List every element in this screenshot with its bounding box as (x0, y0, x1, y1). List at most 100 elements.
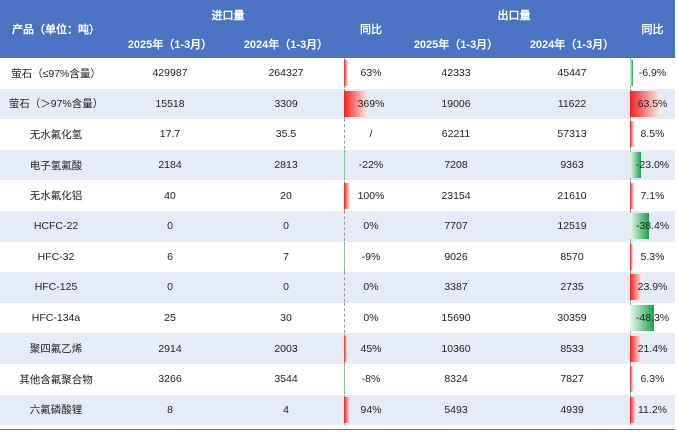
yoy-decrease-bar (344, 243, 345, 270)
export-2025-value: 7707 (398, 210, 514, 242)
export-2024-value: 8570 (514, 241, 630, 273)
export-2024-value: 12519 (514, 210, 630, 242)
import-yoy-cell: -22% (344, 149, 398, 181)
export-yoy-cell: 5.3% (630, 241, 675, 273)
export-2025-header: 2025年（1-3月） (398, 29, 514, 58)
import-2025-value: 17.7 (112, 119, 228, 150)
table-row: 萤石（＞97%含量） 15518 3309 369% 19006 11622 63.5% (0, 88, 675, 120)
import-yoy-cell: 0% (344, 302, 398, 334)
import-2024-value: 0 (228, 210, 344, 242)
product-name: 萤石（＞97%含量） (0, 88, 112, 120)
product-name: 无水氟化铝 (0, 180, 112, 211)
yoy-axis-line (344, 272, 345, 303)
product-name: 六氟磷酸锂 (0, 394, 112, 426)
yoy-increase-bar (630, 366, 634, 393)
export-2024-value: 45447 (514, 58, 630, 89)
table-row: 六氟磷酸锂 8 4 94% 5493 4939 11.2% (0, 394, 675, 426)
export-2025-value: 8324 (398, 363, 514, 395)
export-2025-value: 9026 (398, 241, 514, 273)
table-row: HFC-134a 25 30 0% 15690 30359 -48.3% (0, 302, 675, 334)
import-2025-value: 8 (112, 394, 228, 426)
import-2024-value: 2003 (228, 333, 344, 364)
export-yoy-cell: -38.4% (630, 210, 675, 242)
product-name: 电子氢氟酸 (0, 149, 112, 181)
export-yoy-cell: -23.0% (630, 149, 675, 181)
yoy-decrease-bar (344, 152, 346, 179)
yoy-axis-line (344, 119, 345, 150)
import-volume-header: 进口量 (112, 0, 344, 29)
yoy-value: 5.3% (640, 250, 665, 263)
import-2024-value: 20 (228, 180, 344, 211)
import-yoy-cell: 369% (344, 88, 398, 120)
export-2025-value: 7208 (398, 149, 514, 181)
export-2024-value: 30359 (514, 302, 630, 334)
export-yoy-cell: 63.5% (630, 88, 675, 120)
product-name: 聚四氟乙烯 (0, 333, 112, 364)
import-yoy-cell: -9% (344, 241, 398, 273)
export-2024-value: 21610 (514, 180, 630, 211)
export-yoy-header: 同比 (630, 0, 675, 58)
import-2025-value: 0 (112, 210, 228, 242)
yoy-value: 11.2% (638, 403, 667, 416)
yoy-increase-bar (344, 182, 351, 209)
import-2025-value: 6 (112, 241, 228, 273)
product-name: 无水氟化氢 (0, 119, 112, 150)
product-name: HFC-134a (0, 302, 112, 334)
export-yoy-cell: 6.3% (630, 363, 675, 395)
import-2024-value: 35.5 (228, 119, 344, 150)
yoy-value: 94% (360, 403, 382, 416)
yoy-value: -8% (361, 373, 381, 386)
yoy-value: / (369, 128, 373, 141)
export-yoy-cell: 7.1% (630, 180, 675, 211)
export-2024-value: 9363 (514, 149, 630, 181)
yoy-increase-bar (630, 121, 635, 148)
yoy-increase-bar (630, 182, 634, 209)
import-2025-value: 429987 (112, 58, 228, 89)
yoy-value: -23.0% (635, 159, 670, 172)
export-volume-header: 出口量 (398, 0, 630, 29)
table-row: 无水氟化铝 40 20 100% 23154 21610 7.1% (0, 180, 675, 211)
import-2024-value: 3544 (228, 363, 344, 395)
product-name: HFC-32 (0, 241, 112, 273)
yoy-value: 100% (357, 189, 385, 202)
import-2025-value: 2914 (112, 333, 228, 364)
import-2025-header: 2025年（1-3月） (112, 29, 228, 58)
import-yoy-cell: 63% (344, 58, 398, 89)
export-2025-value: 42333 (398, 58, 514, 89)
import-2025-value: 0 (112, 272, 228, 303)
yoy-value: 0% (363, 220, 379, 233)
yoy-decrease-bar (344, 366, 345, 393)
export-yoy-cell: 21.4% (630, 333, 675, 364)
import-yoy-cell: 94% (344, 394, 398, 426)
table-row: 聚四氟乙烯 2914 2003 45% 10360 8533 21.4% (0, 333, 675, 364)
yoy-increase-bar (344, 60, 349, 87)
import-2025-value: 3266 (112, 363, 228, 395)
product-name: HCFC-22 (0, 210, 112, 242)
export-2025-value: 23154 (398, 180, 514, 211)
trade-table-container: 产品（单位：吨） 进口量 同比 出口量 同比 2025年（1-3月） 2024年… (0, 0, 678, 432)
yoy-value: 6.3% (640, 373, 665, 386)
export-2025-value: 62211 (398, 119, 514, 150)
import-2024-value: 3309 (228, 88, 344, 120)
export-2024-value: 7827 (514, 363, 630, 395)
import-yoy-cell: 0% (344, 272, 398, 303)
table-row: 萤石（≤97%含量） 429987 264327 63% 42333 45447 -6.9% (0, 58, 675, 89)
yoy-value: 23.9% (637, 281, 668, 294)
yoy-value: -22% (358, 159, 384, 172)
yoy-value: 7.1% (640, 189, 665, 202)
import-export-table: 产品（单位：吨） 进口量 同比 出口量 同比 2025年（1-3月） 2024年… (0, 0, 675, 426)
table-row: HCFC-22 0 0 0% 7707 12519 -38.4% (0, 210, 675, 242)
product-unit-header: 产品（单位：吨） (0, 0, 112, 58)
export-2024-value: 57313 (514, 119, 630, 150)
export-2025-value: 15690 (398, 302, 514, 334)
import-yoy-cell: 45% (344, 333, 398, 364)
import-2024-value: 4 (228, 394, 344, 426)
yoy-value: 63% (360, 67, 382, 80)
yoy-increase-bar (344, 335, 347, 362)
table-row: 电子氢氟酸 2184 2813 -22% 7208 9363 -23.0% (0, 149, 675, 181)
table-row: HFC-125 0 0 0% 3387 2735 23.9% (0, 272, 675, 303)
yoy-value: 21.4% (637, 342, 668, 355)
export-yoy-cell: 23.9% (630, 272, 675, 303)
export-yoy-cell: 8.5% (630, 119, 675, 150)
yoy-decrease-bar (630, 60, 634, 87)
